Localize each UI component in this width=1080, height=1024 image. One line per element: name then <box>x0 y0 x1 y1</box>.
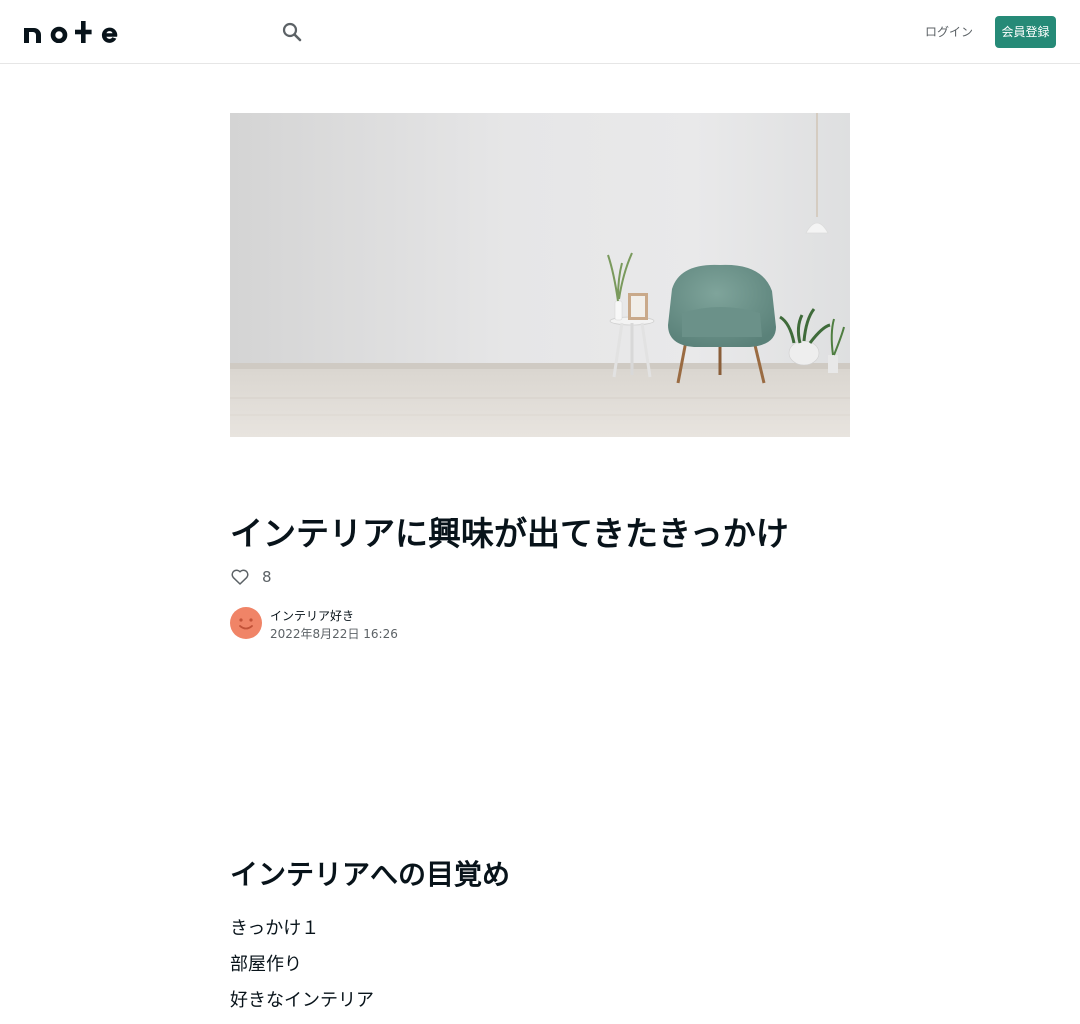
author-name[interactable]: インテリア好き <box>270 608 354 624</box>
list-item: 部屋作り <box>230 954 302 975</box>
article-title: インテリアに興味が出てきたきっかけ <box>230 514 789 553</box>
like-button[interactable] <box>230 567 250 587</box>
note-logo[interactable] <box>24 21 122 43</box>
list-item: きっかけ１ <box>230 918 320 939</box>
global-header: ログイン 会員登録 <box>0 0 1080 64</box>
smiley-avatar-icon <box>230 607 262 639</box>
article-header-image <box>230 113 850 437</box>
heart-outline-icon <box>231 569 249 585</box>
list-item: 好きなインテリア <box>230 990 374 1011</box>
section-heading: インテリアへの目覚め <box>230 858 511 891</box>
publish-date: 2022年8月22日 16:26 <box>270 627 398 641</box>
search-icon <box>282 22 302 42</box>
like-count[interactable]: 8 <box>262 565 272 589</box>
search-button[interactable] <box>280 20 304 44</box>
signup-button[interactable]: 会員登録 <box>995 16 1056 48</box>
login-link[interactable]: ログイン <box>918 16 980 48</box>
toc-list: きっかけ１ 部屋作り 好きなインテリア <box>230 911 374 1019</box>
author-avatar[interactable] <box>230 607 262 639</box>
